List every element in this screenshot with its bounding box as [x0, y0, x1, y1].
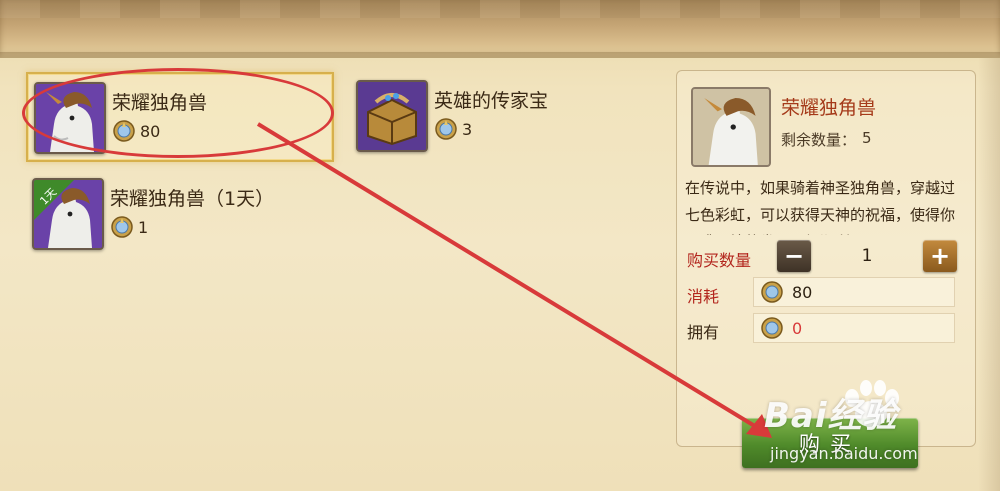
unicorn-icon: [691, 87, 771, 167]
item-description: 在传说中，如果骑着神圣独角兽，穿越过七色彩虹，可以获得天神的祝福，使得你周遭环境…: [685, 179, 956, 235]
unicorn-icon: [34, 82, 106, 154]
own-value: 0: [792, 318, 803, 338]
shop-item-card-unicorn-1day[interactable]: 1天 荣耀独角兽（1天） 1: [26, 170, 330, 256]
item-grid: 荣耀独角兽 80 英雄的传家宝 3 1天 荣耀独角兽（1天） 1: [18, 60, 668, 472]
item-price: 3: [434, 118, 472, 140]
remaining-quantity: 剩余数量： 5: [781, 129, 872, 150]
quantity-value[interactable]: 1: [811, 246, 923, 266]
cost-label: 消耗: [687, 287, 720, 306]
medal-currency-icon: [112, 119, 136, 143]
cost-row: 80: [753, 277, 955, 307]
item-price: 1: [110, 216, 148, 238]
medal-currency-icon: [110, 215, 134, 239]
unicorn-icon: 1天: [32, 178, 104, 250]
item-name: 荣耀独角兽（1天）: [110, 188, 275, 210]
duration-badge: 1天: [34, 180, 74, 220]
quantity-label: 购买数量: [687, 251, 752, 270]
item-price: 80: [112, 120, 160, 142]
price-value: 80: [140, 121, 161, 141]
cost-value: 80: [792, 282, 813, 302]
remaining-label: 剩余数量：: [781, 131, 857, 149]
medal-currency-icon: [760, 316, 784, 340]
item-name: 英雄的传家宝: [434, 90, 549, 112]
buy-button[interactable]: 购买: [742, 418, 918, 468]
price-value: 3: [462, 119, 473, 139]
remaining-value: 5: [862, 129, 872, 147]
shop-item-card-heirloom[interactable]: 英雄的传家宝 3: [350, 72, 654, 158]
medal-currency-icon: [760, 280, 784, 304]
shop-item-card-unicorn[interactable]: 荣耀独角兽 80: [26, 72, 334, 162]
own-label: 拥有: [687, 323, 720, 342]
increase-quantity-button[interactable]: +: [923, 240, 957, 272]
item-name: 荣耀独角兽: [112, 92, 208, 114]
scroll-edge-decoration: [978, 58, 1000, 491]
decrease-quantity-button[interactable]: −: [777, 240, 811, 272]
detail-item-name: 荣耀独角兽: [781, 97, 877, 119]
medal-currency-icon: [434, 117, 458, 141]
item-detail-panel: 荣耀独角兽 剩余数量： 5 在传说中，如果骑着神圣独角兽，穿越过七色彩虹，可以获…: [676, 70, 976, 447]
own-row: 0: [753, 313, 955, 343]
quantity-stepper: − 1 +: [777, 239, 957, 273]
scroll-header-decoration: [0, 0, 1000, 58]
treasure-chest-icon: [356, 80, 428, 152]
price-value: 1: [138, 217, 149, 237]
shop-screen: 荣耀独角兽 80 英雄的传家宝 3 1天 荣耀独角兽（1天） 1 荣耀独角兽 剩…: [0, 0, 1000, 491]
